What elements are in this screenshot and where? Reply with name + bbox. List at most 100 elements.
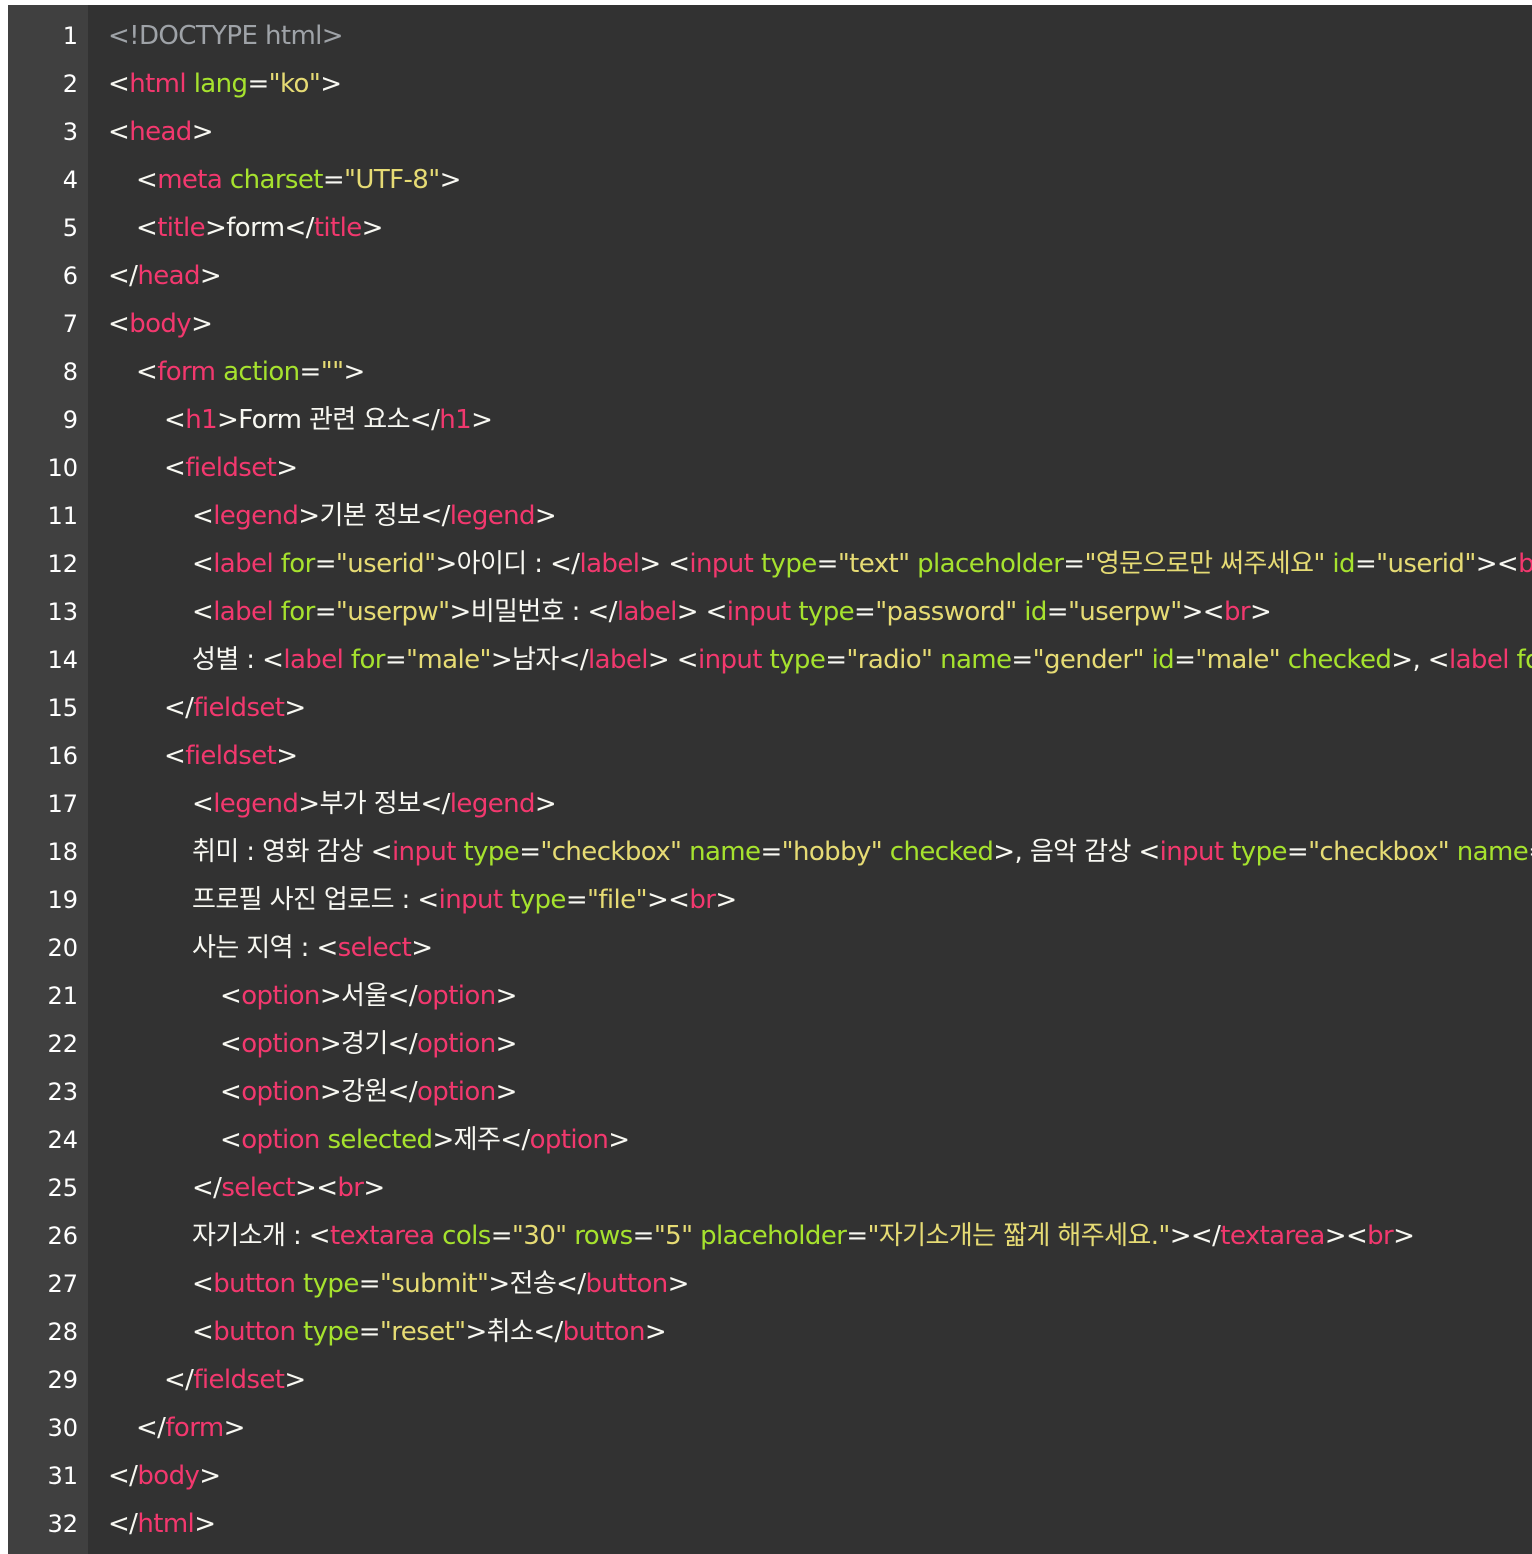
line-number: 11 [47, 502, 78, 530]
token-attr: name [940, 645, 1012, 675]
token-str: "password" [875, 597, 1017, 627]
line-number: 14 [47, 646, 78, 674]
code-line[interactable]: 8 <form action=""> [8, 348, 1532, 396]
token-punct: </ [420, 501, 450, 531]
token-text: 기본 정보 [319, 501, 421, 531]
code-line[interactable]: 22 <option>경기</option> [8, 1020, 1532, 1068]
code-text: 자기소개 : <textarea cols="30" rows="5" plac… [192, 1212, 1415, 1260]
code-line[interactable]: 6 </head> [8, 252, 1532, 300]
token-tag: br [337, 1173, 364, 1203]
token-punct: > [488, 1269, 510, 1299]
code-line[interactable]: 17 <legend>부가 정보</legend> [8, 780, 1532, 828]
token-punct: </ [500, 1125, 530, 1155]
code-line[interactable]: 12 <label for="userid">아이디 : </label> <in… [8, 540, 1532, 588]
line-number: 8 [62, 358, 78, 386]
token-punct: < [220, 981, 242, 1011]
code-line[interactable]: 23 <option>강원</option> [8, 1068, 1532, 1116]
token-attr: placeholder [917, 549, 1064, 579]
code-text: <option>강원</option> [220, 1068, 517, 1116]
token-punct: > [319, 1077, 342, 1107]
code-line[interactable]: 9 <h1>Form 관련 요소</h1> [8, 396, 1532, 444]
code-line[interactable]: 3 <head> [8, 108, 1532, 156]
token-text: 강원 [341, 1077, 388, 1107]
code-line[interactable]: 10 <fieldset> [8, 444, 1532, 492]
code-line[interactable]: 18 취미 : 영화 감상 <input type="checkbox" name… [8, 828, 1532, 876]
token-punct: = [519, 837, 541, 867]
token-tag: legend [449, 789, 536, 819]
token-punct: < [220, 1077, 242, 1107]
token-text: 취미 : 영화 감상 [192, 837, 371, 867]
token-tag: h1 [185, 405, 218, 435]
token-str: "checkbox" [1308, 837, 1450, 867]
token-tag: body [129, 309, 192, 339]
code-line[interactable]: 1 <!DOCTYPE html> [8, 12, 1532, 60]
token-tag: head [129, 117, 192, 147]
token-text: 경기 [341, 1029, 388, 1059]
token-punct: </ [284, 213, 314, 243]
token-punct [882, 837, 890, 867]
token-punct: </ [409, 405, 440, 435]
code-editor[interactable]: 1 <!DOCTYPE html> 2 <html lang="ko"> 3 <head>… [8, 5, 1532, 1554]
line-number: 1 [62, 22, 78, 50]
token-punct [456, 837, 464, 867]
code-line[interactable]: 13 <label for="userpw">비밀번호 : </label> <i… [8, 588, 1532, 636]
code-line[interactable]: 29 </fieldset> [8, 1356, 1532, 1404]
code-line[interactable]: 20 사는 지역 : <select> [8, 924, 1532, 972]
code-line[interactable]: 2 <html lang="ko"> [8, 60, 1532, 108]
token-tag: fieldset [185, 741, 277, 771]
token-punct: </ [192, 1173, 222, 1203]
token-punct [932, 645, 940, 675]
token-punct [273, 549, 281, 579]
token-punct: < [262, 645, 284, 675]
code-line[interactable]: 25 </select><br> [8, 1164, 1532, 1212]
token-punct [434, 1221, 442, 1251]
line-number: 25 [47, 1174, 78, 1202]
code-line[interactable]: 31 </body> [8, 1452, 1532, 1500]
code-line[interactable]: 5 <title>form</title> [8, 204, 1532, 252]
token-punct: > [199, 1461, 221, 1491]
token-punct: </ [587, 597, 617, 627]
token-tag: h1 [439, 405, 472, 435]
token-punct: = [1046, 597, 1069, 627]
token-punct: >< [295, 1173, 338, 1203]
line-number: 31 [47, 1462, 78, 1490]
code-line[interactable]: 11 <legend>기본 정보</legend> [8, 492, 1532, 540]
code-line[interactable]: 26 자기소개 : <textarea cols="30" rows="5" pl… [8, 1212, 1532, 1260]
code-line[interactable]: 7 <body> [8, 300, 1532, 348]
code-line[interactable]: 30 </form> [8, 1404, 1532, 1452]
token-text: form [226, 213, 285, 243]
token-punct [1509, 645, 1517, 675]
token-attr: for [280, 549, 316, 579]
code-line[interactable]: 24 <option selected>제주</option> [8, 1116, 1532, 1164]
code-text: </head> [108, 252, 222, 300]
code-line[interactable]: 28 <button type="reset">취소</button> [8, 1308, 1532, 1356]
code-line[interactable]: 14 성별 : <label for="male">남자</label> <inp… [8, 636, 1532, 684]
code-line[interactable]: 16 <fieldset> [8, 732, 1532, 780]
token-punct [1280, 645, 1288, 675]
code-text: <button type="submit">전송</button> [192, 1260, 689, 1308]
line-number: 9 [62, 406, 78, 434]
code-area[interactable]: 1 <!DOCTYPE html> 2 <html lang="ko"> 3 <head>… [8, 12, 1532, 1548]
token-punct: = [299, 357, 322, 387]
code-text: 프로필 사진 업로드 : <input type="file"><br> [192, 876, 737, 924]
token-punct [909, 549, 917, 579]
token-attr: rows [574, 1221, 633, 1251]
code-line[interactable]: 4 <meta charset="UTF-8"> [8, 156, 1532, 204]
code-text: </body> [108, 1452, 221, 1500]
code-line[interactable]: 15 </fieldset> [8, 684, 1532, 732]
token-punct: = [1528, 837, 1532, 867]
token-attr: id [1151, 645, 1175, 675]
token-punct: > [490, 645, 513, 675]
token-attr: type [1231, 837, 1287, 867]
token-tag: input [726, 597, 791, 627]
token-punct: </ [108, 261, 138, 291]
token-punct: > [1393, 1221, 1415, 1251]
code-text: <button type="reset">취소</button> [192, 1308, 667, 1356]
token-punct: > [298, 789, 320, 819]
code-line[interactable]: 27 <button type="submit">전송</button> [8, 1260, 1532, 1308]
code-line[interactable]: 32 </html> [8, 1500, 1532, 1548]
code-line[interactable]: 21 <option>서울</option> [8, 972, 1532, 1020]
token-tag: legend [213, 789, 299, 819]
token-attr: for [1516, 645, 1532, 675]
code-line[interactable]: 19 프로필 사진 업로드 : <input type="file"><br> [8, 876, 1532, 924]
